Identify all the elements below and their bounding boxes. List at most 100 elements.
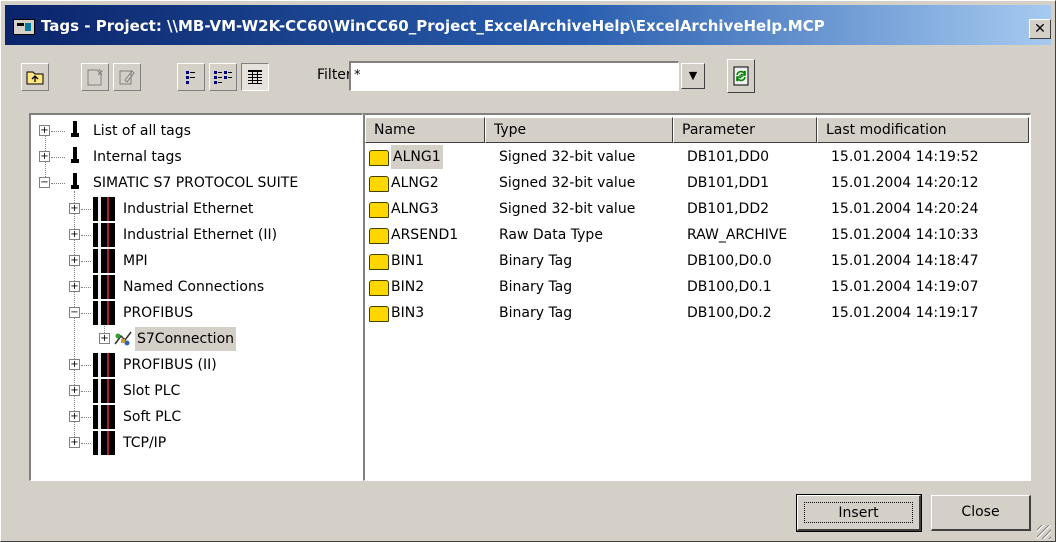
table-row[interactable]: BIN3 Binary Tag DB100,D0.2 15.01.2004 14…: [365, 301, 1029, 327]
tag-parameter: DB101,DD1: [687, 175, 770, 191]
list-view-button[interactable]: [209, 63, 237, 91]
table-row[interactable]: ALNG1 Signed 32-bit value DB101,DD0 15.0…: [365, 145, 1029, 171]
tree-item-tcp-ip[interactable]: + TCP/IP: [31, 431, 361, 455]
folder-up-icon: [26, 71, 44, 85]
tree-item-label: MPI: [123, 253, 148, 269]
tree-item-profibus-ii[interactable]: + PROFIBUS (II): [31, 353, 361, 377]
channel-unit-icon: [93, 379, 115, 403]
channel-unit-icon: [93, 197, 115, 221]
resize-grip[interactable]: [1037, 525, 1051, 539]
expand-icon[interactable]: +: [69, 437, 80, 448]
tree-item-profibus[interactable]: − PROFIBUS: [31, 301, 361, 325]
expand-icon[interactable]: +: [69, 385, 80, 396]
channel-unit-icon: [93, 223, 115, 247]
column-header-last-modification[interactable]: Last modification: [817, 117, 1029, 143]
tag-type: Raw Data Type: [499, 227, 603, 243]
details-view-button[interactable]: [241, 63, 269, 91]
tag-modified: 15.01.2004 14:19:52: [831, 149, 979, 165]
tag-name: ALNG2: [391, 175, 439, 191]
tag-type: Signed 32-bit value: [499, 201, 636, 217]
table-row[interactable]: ARSEND1 Raw Data Type RAW_ARCHIVE 15.01.…: [365, 223, 1029, 249]
tree-item-label: PROFIBUS (II): [123, 357, 217, 373]
refresh-icon: [733, 66, 749, 86]
tree-item-industrial-ethernet[interactable]: + Industrial Ethernet: [31, 197, 361, 221]
expand-icon[interactable]: +: [69, 411, 80, 422]
new-document-icon: [87, 68, 104, 86]
channel-unit-icon: [93, 431, 115, 455]
tag-parameter: DB100,D0.1: [687, 279, 772, 295]
tag-parameter: DB101,DD0: [687, 149, 770, 165]
small-icons-view-button[interactable]: [177, 63, 205, 91]
insert-button[interactable]: Insert: [796, 494, 922, 532]
close-window-button[interactable]: ✕: [1029, 19, 1051, 39]
tree-item-label: SIMATIC S7 PROTOCOL SUITE: [93, 175, 299, 191]
tag-modified: 15.01.2004 14:10:33: [831, 227, 979, 243]
tag-parameter: DB101,DD2: [687, 201, 770, 217]
tag-name: BIN2: [391, 279, 425, 295]
table-row[interactable]: BIN2 Binary Tag DB100,D0.1 15.01.2004 14…: [365, 275, 1029, 301]
filter-input[interactable]: *: [349, 61, 679, 91]
tree-item-label: Slot PLC: [123, 383, 181, 399]
tree-item-industrial-ethernet-ii[interactable]: + Industrial Ethernet (II): [31, 223, 361, 247]
tree-item-label: Industrial Ethernet: [123, 201, 254, 217]
column-header-name[interactable]: Name: [365, 117, 485, 143]
tag-list-icon: [71, 145, 79, 167]
new-tag-button[interactable]: [81, 63, 109, 91]
expand-icon[interactable]: +: [69, 203, 80, 214]
tag-name: BIN1: [391, 253, 425, 269]
edit-tag-button[interactable]: [113, 63, 141, 91]
tag-type: Binary Tag: [499, 279, 573, 295]
title-bar[interactable]: Tags - Project: \\MB-VM-W2K-CC60\WinCC60…: [5, 5, 1051, 45]
expand-icon[interactable]: +: [69, 281, 80, 292]
expand-icon[interactable]: +: [99, 333, 110, 344]
tag-list-icon: [71, 119, 79, 141]
expand-icon[interactable]: +: [39, 125, 50, 136]
tag-type: Signed 32-bit value: [499, 149, 636, 165]
filter-dropdown-button[interactable]: ▼: [681, 63, 705, 89]
tree-item-soft-plc[interactable]: + Soft PLC: [31, 405, 361, 429]
tag-tree[interactable]: + List of all tags + Internal tags − SIM…: [29, 113, 363, 481]
tag-name: BIN3: [391, 305, 425, 321]
column-header-parameter[interactable]: Parameter: [673, 117, 817, 143]
tree-item-internal-tags[interactable]: + Internal tags: [31, 145, 361, 169]
close-button[interactable]: Close: [931, 495, 1031, 531]
tag-modified: 15.01.2004 14:19:07: [831, 279, 979, 295]
expand-icon[interactable]: +: [39, 151, 50, 162]
tag-icon: [369, 228, 389, 244]
collapse-icon[interactable]: −: [39, 177, 50, 188]
tag-name: ARSEND1: [391, 227, 459, 243]
expand-icon[interactable]: +: [69, 229, 80, 240]
tags-dialog: Tags - Project: \\MB-VM-W2K-CC60\WinCC60…: [0, 0, 1056, 542]
tag-parameter: RAW_ARCHIVE: [687, 227, 788, 243]
tag-name: ALNG1: [391, 145, 443, 169]
tree-item-slot-plc[interactable]: + Slot PLC: [31, 379, 361, 403]
tree-item-s7connection[interactable]: + S7Connection: [31, 327, 361, 351]
tree-item-label: PROFIBUS: [123, 305, 194, 321]
parent-folder-button[interactable]: [21, 63, 49, 91]
channel-unit-icon: [93, 353, 115, 377]
apply-filter-button[interactable]: [727, 59, 755, 93]
tree-item-list-of-all-tags[interactable]: + List of all tags: [31, 119, 361, 143]
tree-item-named-connections[interactable]: + Named Connections: [31, 275, 361, 299]
tag-list[interactable]: Name Type Parameter Last modification AL…: [363, 113, 1031, 481]
tag-icon: [369, 306, 389, 322]
tag-icon: [369, 280, 389, 296]
tree-item-simatic-s7[interactable]: − SIMATIC S7 PROTOCOL SUITE: [31, 171, 361, 195]
expand-icon[interactable]: +: [69, 359, 80, 370]
table-row[interactable]: BIN1 Binary Tag DB100,D0.0 15.01.2004 14…: [365, 249, 1029, 275]
tag-type: Signed 32-bit value: [499, 175, 636, 191]
tree-item-label: S7Connection: [135, 327, 237, 351]
tag-parameter: DB100,D0.2: [687, 305, 772, 321]
tree-item-mpi[interactable]: + MPI: [31, 249, 361, 273]
channel-unit-icon: [93, 405, 115, 429]
table-row[interactable]: ALNG2 Signed 32-bit value DB101,DD1 15.0…: [365, 171, 1029, 197]
table-row[interactable]: ALNG3 Signed 32-bit value DB101,DD2 15.0…: [365, 197, 1029, 223]
tag-modified: 15.01.2004 14:20:24: [831, 201, 979, 217]
tree-item-label: TCP/IP: [123, 435, 167, 451]
column-header-type[interactable]: Type: [485, 117, 673, 143]
tag-list-icon: [71, 171, 79, 193]
app-icon: [13, 19, 35, 35]
collapse-icon[interactable]: −: [69, 307, 80, 318]
insert-button-label: Insert: [804, 502, 913, 523]
expand-icon[interactable]: +: [69, 255, 80, 266]
